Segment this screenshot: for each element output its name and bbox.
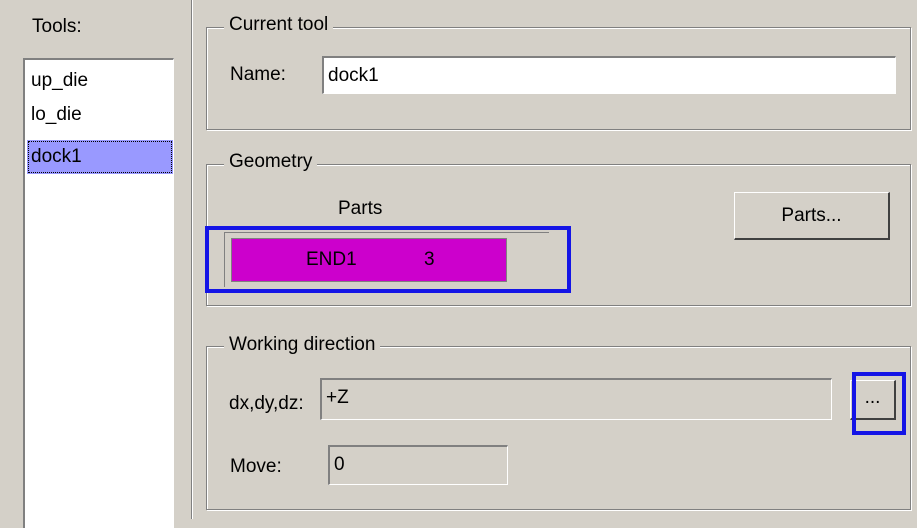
tools-list[interactable]: up_die lo_die dock1 bbox=[23, 58, 174, 528]
geometry-title: Geometry bbox=[224, 151, 318, 173]
name-input[interactable] bbox=[322, 56, 896, 94]
direction-label: dx,dy,dz: bbox=[229, 393, 304, 414]
move-value: 0 bbox=[334, 454, 345, 475]
part-id: 3 bbox=[424, 249, 435, 270]
tool-item-label: up_die bbox=[31, 70, 89, 91]
tool-item-dock1[interactable]: dock1 bbox=[27, 140, 173, 174]
working-direction-group bbox=[206, 346, 911, 510]
direction-field[interactable]: +Z bbox=[320, 378, 832, 420]
tool-item-label: dock1 bbox=[31, 146, 82, 167]
tool-item-up-die[interactable]: up_die bbox=[27, 64, 173, 98]
part-name: END1 bbox=[306, 249, 357, 270]
tool-item-lo-die[interactable]: lo_die bbox=[27, 98, 173, 132]
move-label: Move: bbox=[230, 456, 282, 477]
direction-browse-button[interactable]: ... bbox=[850, 380, 896, 420]
panel-divider bbox=[191, 0, 193, 519]
parts-header: Parts bbox=[338, 198, 383, 219]
working-direction-title: Working direction bbox=[224, 334, 381, 356]
name-label: Name: bbox=[230, 64, 286, 85]
tools-label: Tools: bbox=[32, 16, 82, 37]
move-field[interactable]: 0 bbox=[328, 445, 508, 485]
direction-value: +Z bbox=[326, 387, 349, 408]
parts-list: END1 3 bbox=[224, 232, 549, 287]
part-row[interactable]: END1 3 bbox=[231, 238, 507, 282]
parts-button[interactable]: Parts... bbox=[734, 192, 890, 240]
current-tool-title: Current tool bbox=[224, 14, 334, 36]
tool-item-label: lo_die bbox=[31, 104, 82, 125]
